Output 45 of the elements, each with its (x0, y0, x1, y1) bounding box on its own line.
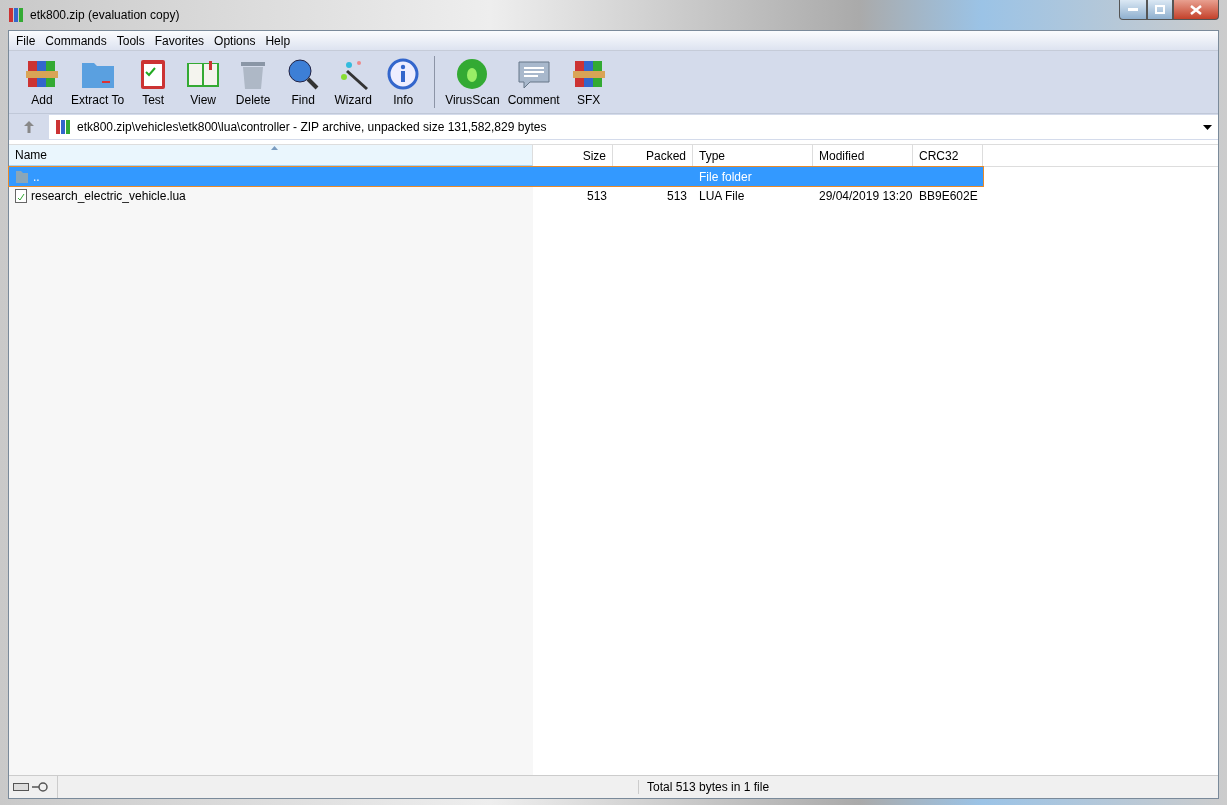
sort-caret-icon (270, 146, 278, 150)
toolbar-button[interactable]: Info (378, 57, 429, 107)
toolbar-button[interactable]: VirusScan (441, 57, 504, 107)
minimize-icon (1128, 7, 1138, 12)
menu-item[interactable]: Commands (40, 33, 112, 48)
folder-icon (15, 169, 29, 184)
up-arrow-icon[interactable] (24, 121, 34, 133)
menu-item[interactable]: Help (260, 33, 296, 48)
toolbar-button[interactable]: Find (278, 57, 329, 107)
drive-icon (13, 783, 29, 791)
table-cell-text: 513 (665, 188, 688, 203)
toolbar-button[interactable]: Add (17, 57, 67, 107)
close-icon (1190, 4, 1202, 15)
menu-item[interactable]: Options (209, 33, 261, 48)
table-cell-text: BB9E602E (918, 188, 979, 203)
maximize-button[interactable] (1147, 0, 1173, 20)
toolbar-button[interactable]: View (178, 57, 229, 107)
toolbar-button[interactable]: Delete (228, 57, 279, 107)
table-cell-text: 513 (585, 188, 608, 203)
toolbar-button[interactable]: Comment (503, 57, 564, 107)
file-name: .. (33, 169, 40, 184)
table-cell-text: File folder (698, 169, 753, 184)
file-name: research_electric_vehicle.lua (31, 188, 186, 203)
close-button[interactable] (1173, 0, 1219, 20)
key-icon (32, 782, 48, 792)
document-icon (15, 188, 27, 203)
minimize-button[interactable] (1119, 0, 1147, 20)
dropdown-caret-icon (1203, 124, 1212, 130)
table-cell-text: LUA File (698, 188, 746, 203)
menu-item[interactable]: Favorites (149, 33, 210, 48)
toolbar-button[interactable]: SFX (563, 57, 614, 107)
toolbar-button[interactable]: Test (128, 57, 179, 107)
column-header[interactable]: Name (9, 145, 533, 166)
app-icon (8, 7, 24, 23)
menu-item[interactable]: File (11, 33, 41, 48)
toolbar-button[interactable]: Wizard (328, 57, 379, 107)
table-cell-text: 29/04/2019 13:20 (818, 188, 913, 203)
archive-icon (55, 119, 71, 135)
window-title: etk800.zip (evaluation copy) (30, 8, 180, 22)
toolbar-button[interactable]: Extract To (67, 57, 129, 107)
maximize-icon (1155, 5, 1165, 14)
menu-item[interactable]: Tools (111, 33, 150, 48)
address-field[interactable]: etk800.zip\vehicles\etk800\lua\controller - ZIP archive, unpacked size 131,582,829 bytes (49, 115, 1218, 139)
status-text: Total 513 bytes in 1 file (638, 780, 770, 794)
file-row[interactable]: research_electric_vehicle.lua 513 513 LUA File 29/04/2019 13:20 BB9E602E (9, 186, 1218, 205)
